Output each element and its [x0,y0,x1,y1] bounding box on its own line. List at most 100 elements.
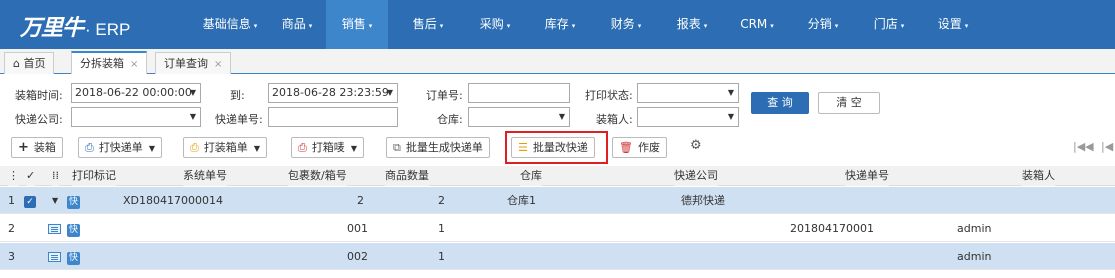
nav-label: 基础信息 [202,17,251,31]
warehouse: 仓库1 [507,194,536,207]
order-no-label: 订单号: [426,89,463,102]
select-all-checkbox[interactable]: ✓ [26,166,36,186]
boxing-time-from-select[interactable]: 2018-06-22 00:00:00 ▼ [71,83,201,103]
to-label: 到: [230,89,245,102]
nav-item-settings[interactable]: 设置 ▾ [929,0,977,49]
nav-item-reports[interactable]: 报表 ▾ [668,0,716,49]
void-button[interactable]: 🗑 作废 [612,137,667,158]
clear-button[interactable]: 清 空 [818,92,880,114]
gear-icon[interactable]: ⚙ [690,138,702,153]
quantity: 1 [438,222,445,235]
chevron-down-icon: ▾ [637,22,642,30]
first-page-icon[interactable]: |◀◀ [1073,140,1094,153]
chevron-down-icon: ▼ [386,88,393,97]
check-icon: ✓ [24,196,36,208]
row-index: 1 [8,194,15,207]
print-mark: 快 [67,187,80,214]
expand-chevron-icon[interactable]: ▼ [52,187,58,214]
nav-label: 设置 [937,17,962,31]
nav-item-after-sales[interactable]: 售后 ▾ [404,0,452,49]
tab-label: 首页 [23,57,46,70]
nav-item-sales[interactable]: 销售 ▾ [326,0,388,49]
nav-item-purchase[interactable]: 采购 ▾ [471,0,519,49]
package-no: 001 [347,222,368,235]
chevron-down-icon: ▾ [253,22,258,30]
boxing-time-from-value: 2018-06-22 00:00:00 [75,86,192,99]
chevron-down-icon: ▾ [368,22,373,30]
column-header-system-no[interactable]: 系统单号 [183,166,227,186]
column-header-warehouse[interactable]: 仓库 [520,166,542,186]
quantity: 2 [438,194,445,207]
grid-header [0,166,1115,186]
nav-item-goods[interactable]: 商品 ▾ [273,0,321,49]
app-logo[interactable]: 万里牛 · ERP [20,10,131,41]
chevron-down-icon: ▼ [727,88,734,97]
tab-order-query[interactable]: 订单查询 × [155,52,232,74]
print-status-label: 打印状态: [585,89,633,102]
packer-select[interactable]: ▼ [637,107,739,127]
express-no-label: 快递单号: [215,113,263,126]
column-header-express-no[interactable]: 快递单号 [845,166,889,186]
detail-list-icon[interactable] [48,243,61,270]
trash-icon: 🗑 [619,141,633,154]
table-row[interactable]: 3 快 002 1 admin [0,243,1115,270]
table-row[interactable]: 2 快 001 1 201804170001 admin [0,215,1115,242]
express-company-select[interactable]: ▼ [71,107,201,127]
nav-label: 商品 [281,17,306,31]
print-status-select[interactable]: ▼ [637,83,739,103]
nav-label: 财务 [610,17,635,31]
logo-suffix: · ERP [85,20,131,39]
nav-item-inventory[interactable]: 库存 ▾ [536,0,584,49]
chevron-down-icon: ▼ [727,112,734,121]
package-no: 2 [357,194,364,207]
chevron-down-icon: ▾ [703,22,708,30]
column-header-qty[interactable]: 商品数量 [385,166,429,186]
order-no-input[interactable] [468,83,570,103]
table-row[interactable]: 1 ✓ ▼ 快 XD180417000014 2 2 仓库1 德邦快递 [0,187,1115,214]
row-index: 3 [8,250,15,263]
batch-generate-express-button[interactable]: ⧉ 批量生成快递单 [386,137,490,158]
chevron-down-icon: ▼ [189,112,196,121]
package-no: 002 [347,250,368,263]
print-express-button[interactable]: ⎙ 打快递单 ▼ [78,137,162,158]
nav-item-crm[interactable]: CRM ▾ [733,0,781,49]
chevron-down-icon: ▾ [770,22,774,30]
detail-list-icon[interactable] [48,215,61,242]
express-no-input[interactable] [268,107,398,127]
column-header-express-company[interactable]: 快递公司 [674,166,718,186]
system-no: XD180417000014 [123,194,223,207]
nav-item-stores[interactable]: 门店 ▾ [865,0,913,49]
close-icon[interactable]: × [130,59,138,70]
column-header-packer[interactable]: 装箱人 [1022,166,1055,186]
boxing-button[interactable]: + 装箱 [11,137,63,158]
row-checkbox[interactable]: ✓ [24,187,36,214]
boxing-time-to-select[interactable]: 2018-06-28 23:23:59 ▼ [268,83,398,103]
chevron-down-icon: ▼ [148,144,155,153]
nav-item-distribution[interactable]: 分销 ▾ [799,0,847,49]
close-icon[interactable]: × [214,59,222,70]
nav-label: 报表 [676,17,701,31]
plus-icon: + [18,140,29,155]
query-button[interactable]: 查 询 [751,92,809,114]
warehouse-select[interactable]: ▼ [468,107,570,127]
boxing-time-to-value: 2018-06-28 23:23:59 [272,86,389,99]
nav-item-basic-info[interactable]: 基础信息 ▾ [192,0,268,49]
tab-home[interactable]: ⌂ 首页 [4,52,55,74]
column-menu-icon[interactable]: ⋮ [8,166,19,186]
tab-split-boxing[interactable]: 分拆装箱 × [71,51,148,74]
column-header-package[interactable]: 包裹数/箱号 [288,166,347,186]
chevron-down-icon: ▼ [253,144,260,153]
column-header-print-mark[interactable]: 打印标记 [72,166,116,186]
column-settings-icon[interactable]: ⁞⁞ [52,166,59,186]
prev-page-icon[interactable]: |◀ [1101,140,1113,153]
express-mark-icon: 快 [67,196,80,209]
print-box-button[interactable]: ⎙ 打装箱单 ▼ [183,137,267,158]
nav-item-finance[interactable]: 财务 ▾ [602,0,650,49]
tab-bar: ⌂ 首页 分拆装箱 × 订单查询 × [0,49,1115,74]
printer-icon: ⎙ [85,141,94,154]
chevron-down-icon: ▾ [834,22,839,30]
warehouse-label: 仓库: [437,113,463,126]
print-box-label-button[interactable]: ⎙ 打箱唛 ▼ [291,137,364,158]
row-index: 2 [8,222,15,235]
chevron-down-icon: ▾ [439,22,444,30]
